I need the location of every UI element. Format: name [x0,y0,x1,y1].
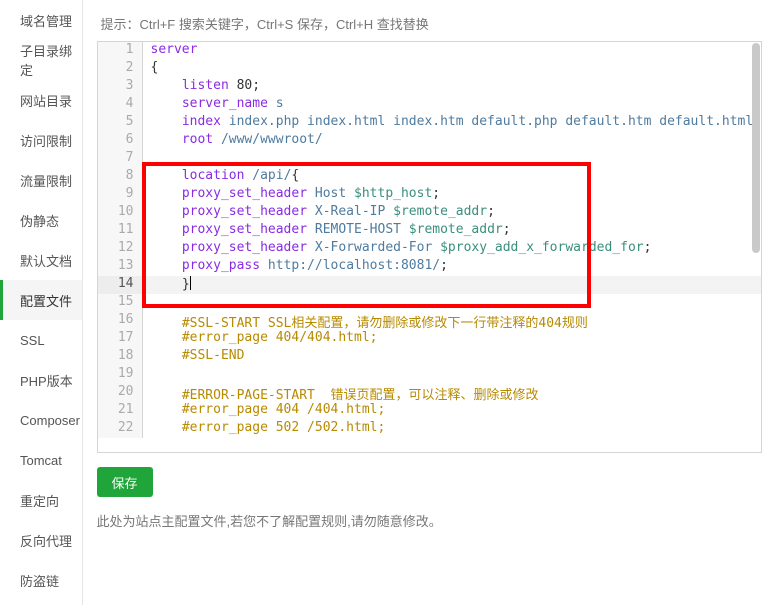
sidebar-item-sitedir[interactable]: 网站目录 [0,80,82,120]
scroll-thumb[interactable] [752,43,760,253]
sidebar-item-subdir[interactable]: 子目录绑定 [0,40,82,80]
sidebar-item-redirect[interactable]: 重定向 [0,480,82,520]
sidebar-item-defdoc[interactable]: 默认文档 [0,240,82,280]
sidebar-item-proxy[interactable]: 反向代理 [0,520,82,560]
hint-text: 提示：Ctrl+F 搜索关键字，Ctrl+S 保存，Ctrl+H 查找替换 [97,10,763,41]
editor-scrollbar[interactable] [752,43,760,451]
text-cursor [190,276,191,290]
config-editor[interactable]: 1server 2{ 3 listen 80; 4 server_name s … [97,41,763,453]
sidebar-item-php[interactable]: PHP版本 [0,360,82,400]
sidebar-item-access[interactable]: 访问限制 [0,120,82,160]
save-button[interactable]: 保存 [97,467,153,497]
gutter-ln: 1 [98,42,143,60]
sidebar-item-composer[interactable]: Composer [0,400,82,440]
sidebar-item-tomcat[interactable]: Tomcat [0,440,82,480]
sidebar: 域名管理 子目录绑定 网站目录 访问限制 流量限制 伪静态 默认文档 配置文件 … [0,0,83,605]
sidebar-item-domain[interactable]: 域名管理 [0,0,82,40]
sidebar-item-config[interactable]: 配置文件 [0,280,82,320]
sidebar-item-hotlink[interactable]: 防盗链 [0,560,82,600]
sidebar-item-rewrite[interactable]: 伪静态 [0,200,82,240]
sidebar-item-traffic[interactable]: 流量限制 [0,160,82,200]
kw-server: server [151,42,198,57]
sidebar-item-ssl[interactable]: SSL [0,320,82,360]
footer-note: 此处为站点主配置文件,若您不了解配置规则,请勿随意修改。 [97,511,763,530]
